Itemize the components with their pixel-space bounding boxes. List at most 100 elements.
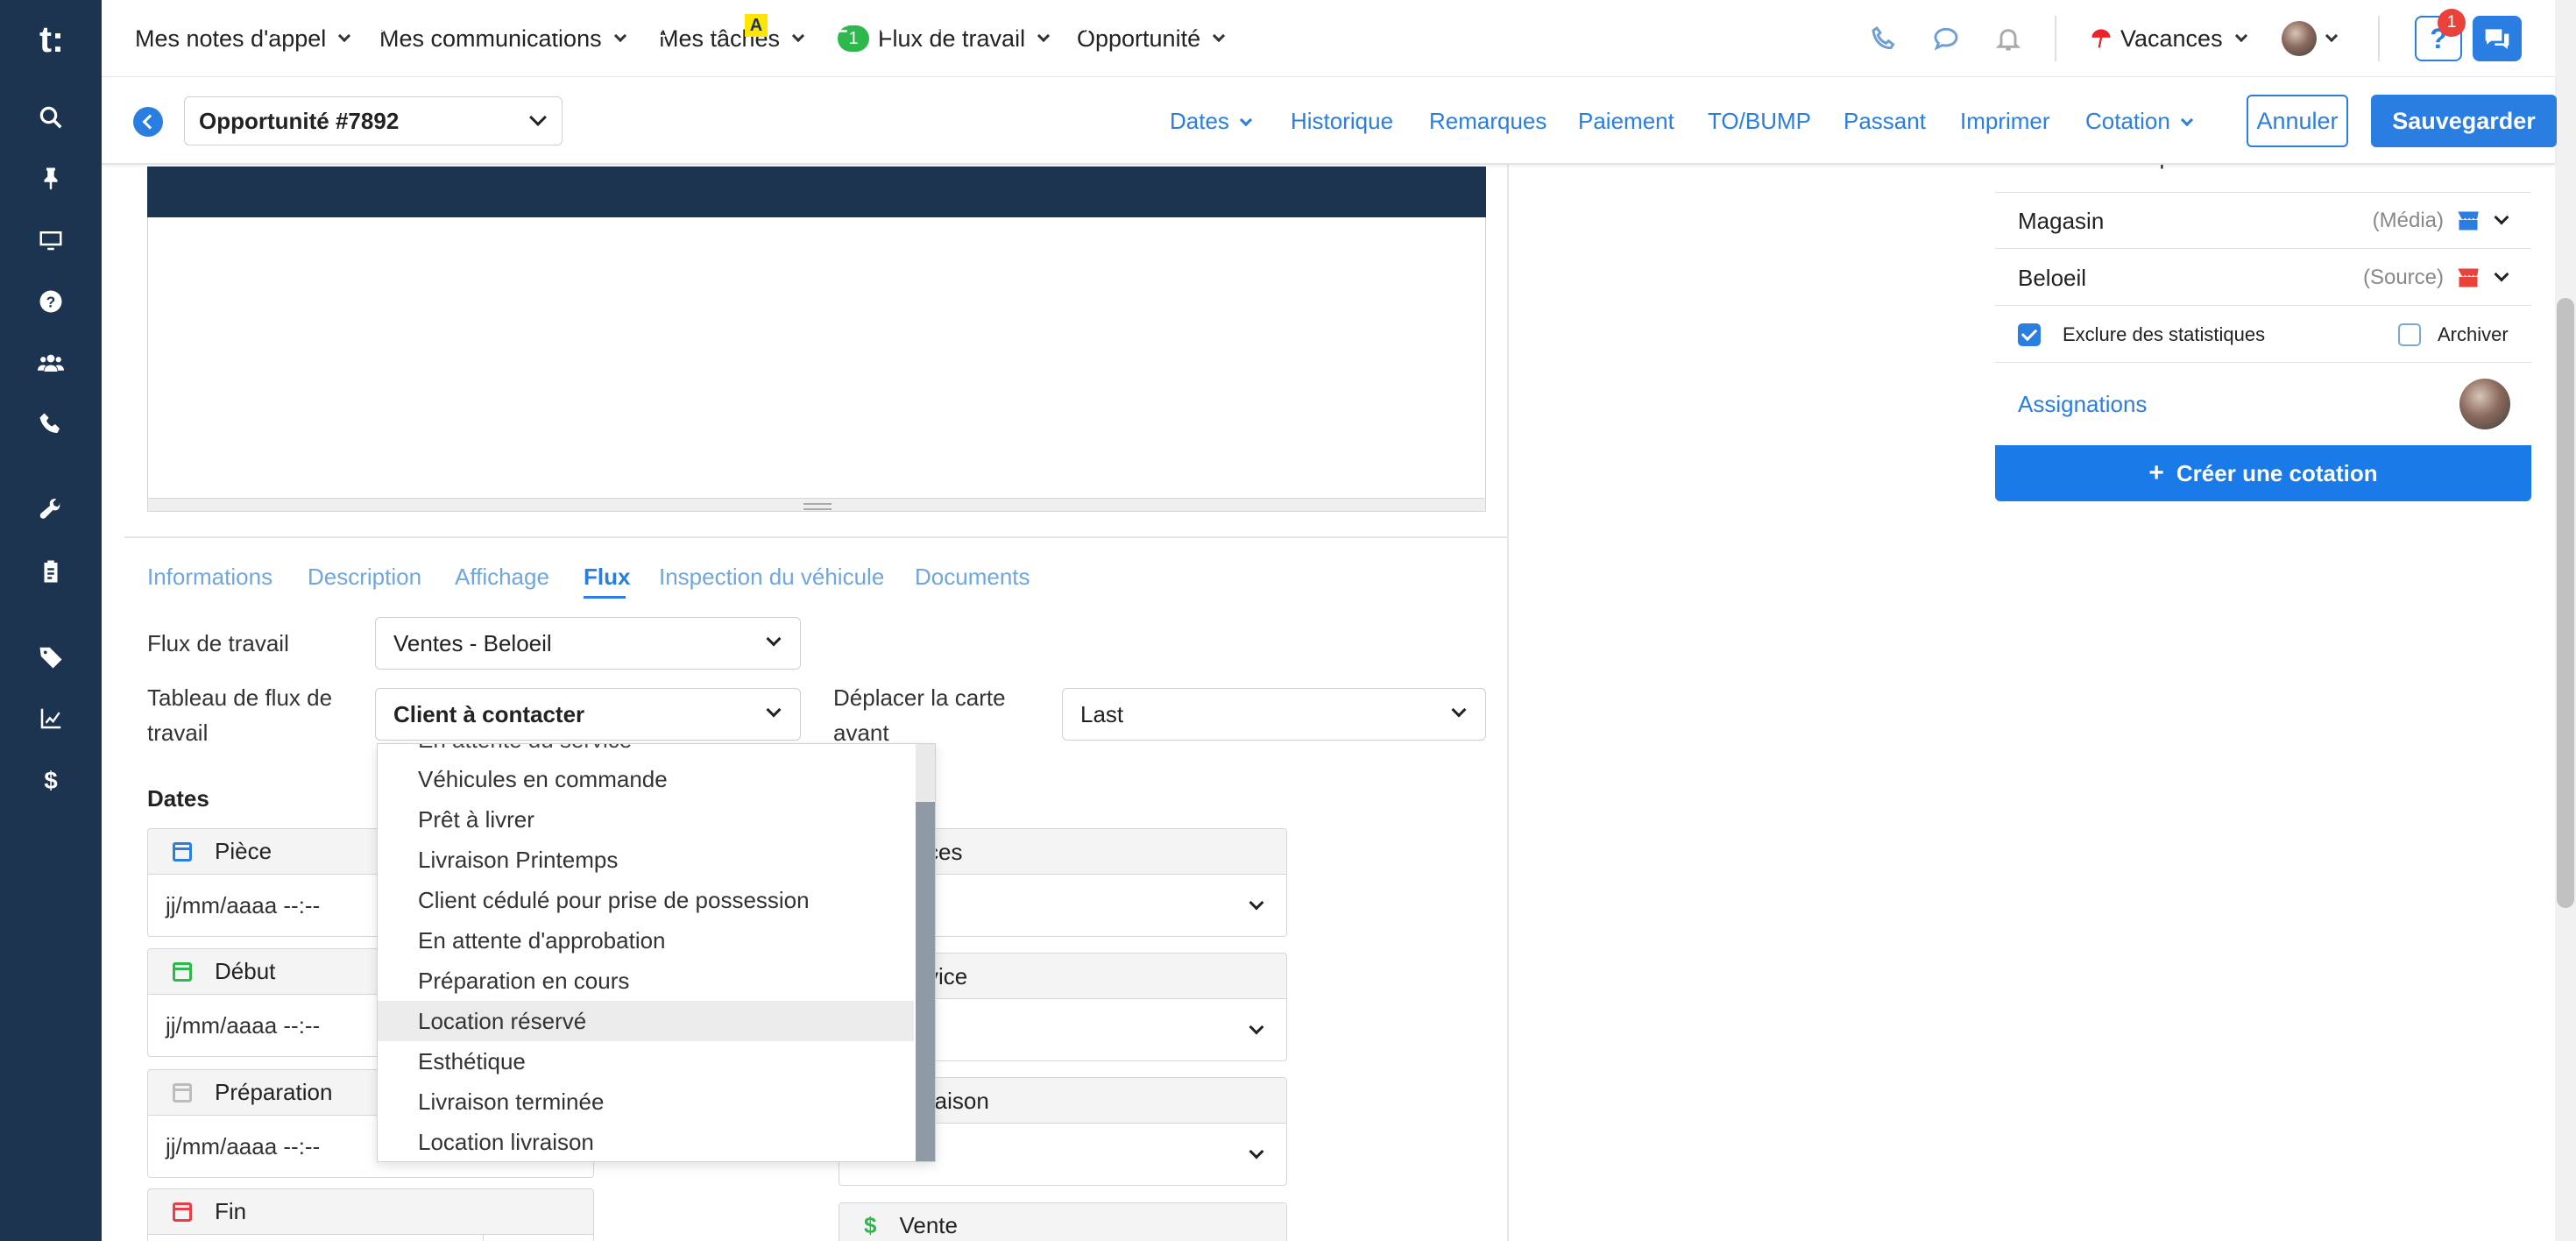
caret-down-icon	[503, 22, 513, 29]
magic-wand-icon[interactable]	[473, 0, 513, 51]
tab-informations[interactable]: Informations	[147, 561, 272, 592]
chevron-down-icon[interactable]	[2494, 266, 2509, 282]
highlight-color-icon[interactable]: A	[745, 0, 794, 51]
bullet-list-icon[interactable]	[827, 0, 850, 51]
chevron-down-icon[interactable]	[1249, 895, 1264, 911]
link-cotation-label: Cotation	[2085, 108, 2170, 134]
dropdown-option[interactable]: Esthétique	[378, 1041, 914, 1081]
assignee-avatar[interactable]	[2459, 379, 2510, 429]
code-view-icon[interactable]	[1078, 0, 1100, 51]
clipboard-icon[interactable]	[33, 554, 68, 589]
archive-checkbox[interactable]	[2398, 323, 2421, 346]
dropdown-scrollbar-thumb[interactable]	[916, 802, 935, 1161]
tab-flux[interactable]: Flux	[584, 561, 630, 592]
pin-icon[interactable]	[33, 161, 68, 196]
create-quote-button[interactable]: + Créer une cotation	[1995, 445, 2531, 501]
table-icon[interactable]	[999, 0, 1039, 51]
font-family-select[interactable]: sans-serif	[326, 0, 431, 51]
media-row-magasin[interactable]: Magasin (Média)	[1995, 193, 2531, 249]
phone-icon[interactable]	[33, 407, 68, 442]
phone-icon[interactable]	[1866, 21, 1901, 56]
opportunity-select[interactable]: Opportunité #7892	[184, 96, 563, 145]
link-passant[interactable]: Passant	[1844, 103, 1926, 138]
dropdown-option[interactable]: Client cédulé pour prise de possession	[378, 880, 914, 920]
notification-badge: 1	[2438, 9, 2466, 37]
undo-icon[interactable]	[165, 0, 188, 51]
source-row-beloeil[interactable]: Beloeil (Source)	[1995, 250, 2531, 306]
chevron-down-icon	[791, 29, 805, 43]
date-field-label: Préparation	[215, 1079, 333, 1105]
date-select-label: Vente	[899, 1212, 958, 1238]
link-cotation[interactable]: Cotation	[2085, 103, 2193, 138]
bell-icon[interactable]	[1991, 21, 2026, 56]
tab-affichage[interactable]: Affichage	[455, 561, 549, 592]
save-button[interactable]: Sauvegarder	[2371, 95, 2557, 147]
numbered-list-icon[interactable]	[873, 0, 895, 51]
link-historique[interactable]: Historique	[1291, 103, 1393, 138]
dates-heading: Dates	[147, 785, 209, 812]
tab-description[interactable]: Description	[308, 561, 421, 592]
chevron-down-icon[interactable]	[1249, 1019, 1264, 1035]
vacation-menu[interactable]: Vacances	[2089, 0, 2247, 77]
dropdown-option[interactable]: Livraison Printemps	[378, 840, 914, 880]
search-icon[interactable]	[33, 100, 68, 135]
dropdown-option[interactable]: Prêt à livrer	[378, 799, 914, 840]
chevron-down-icon	[1239, 114, 1252, 127]
redo-icon[interactable]	[212, 0, 235, 51]
divider	[2055, 16, 2056, 61]
chart-icon[interactable]	[33, 701, 68, 736]
app-logo[interactable]: t:	[32, 19, 72, 60]
back-button[interactable]	[133, 107, 163, 137]
page-scrollbar-thumb[interactable]	[2557, 298, 2574, 908]
cancel-button[interactable]: Annuler	[2247, 95, 2348, 147]
chat-bubble-icon[interactable]	[1928, 21, 1964, 56]
dropdown-option[interactable]: En attente du service	[378, 744, 914, 760]
chevron-down-icon[interactable]	[1249, 1144, 1264, 1159]
svg-text:?: ?	[46, 293, 56, 310]
italic-icon[interactable]: I	[603, 0, 611, 51]
emoji-icon[interactable]	[268, 0, 291, 51]
left-sidebar: t: ? $	[0, 0, 102, 1241]
dropdown-option[interactable]: Location livraison	[378, 1122, 914, 1161]
link-remarques[interactable]: Remarques	[1429, 103, 1546, 138]
link-dates[interactable]: Dates	[1170, 103, 1252, 138]
dropdown-option[interactable]: En attente d'approbation	[378, 920, 914, 961]
logo-text: t:	[39, 18, 64, 60]
eraser-icon[interactable]	[694, 0, 717, 51]
bold-icon[interactable]: B	[550, 0, 566, 51]
move-card-label-line1: Déplacer la carte	[833, 684, 1006, 711]
workflow-label: Flux de travail	[147, 630, 289, 656]
help-icon[interactable]: ?	[33, 284, 68, 319]
editor-resize-handle[interactable]	[147, 498, 1486, 512]
underline-icon[interactable]: U	[648, 0, 666, 51]
chevron-down-icon[interactable]	[2494, 209, 2509, 225]
dropdown-option[interactable]: Véhicules en commande	[378, 759, 914, 799]
dropdown-option[interactable]: Préparation en cours	[378, 961, 914, 1001]
dollar-icon[interactable]: $	[33, 762, 68, 798]
divider	[124, 536, 1509, 538]
link-to-bump[interactable]: TO/BUMP	[1708, 103, 1811, 138]
store-icon	[2458, 268, 2479, 287]
link-paiement[interactable]: Paiement	[1578, 103, 1674, 138]
messages-button[interactable]	[2473, 16, 2522, 61]
dropdown-option[interactable]: Livraison terminée	[378, 1081, 914, 1122]
assignations-link[interactable]: Assignations	[2018, 363, 2147, 445]
source-type: (Source)	[2362, 266, 2444, 289]
editor-text-area[interactable]	[147, 217, 1486, 500]
wrench-icon[interactable]	[33, 493, 68, 528]
workflow-select[interactable]: Ventes - Beloeil	[375, 617, 801, 670]
move-card-select[interactable]: Last	[1062, 688, 1486, 741]
tab-documents[interactable]: Documents	[915, 561, 1030, 592]
tag-icon[interactable]	[33, 640, 68, 675]
exclude-stats-checkbox[interactable]	[2018, 323, 2041, 346]
link-imprimer[interactable]: Imprimer	[1960, 103, 2050, 138]
users-icon[interactable]	[33, 345, 68, 380]
board-select[interactable]: Client à contacter	[375, 688, 801, 741]
align-icon[interactable]	[920, 0, 960, 51]
monitor-icon[interactable]	[33, 223, 68, 258]
tab-inspection[interactable]: Inspection du véhicule	[659, 561, 884, 592]
media-type: (Média)	[2372, 209, 2444, 232]
board-dropdown-list[interactable]: En attente du service Véhicules en comma…	[377, 743, 936, 1162]
user-avatar[interactable]	[2282, 21, 2317, 56]
dropdown-option-highlighted[interactable]: Location réservé	[378, 1001, 914, 1041]
